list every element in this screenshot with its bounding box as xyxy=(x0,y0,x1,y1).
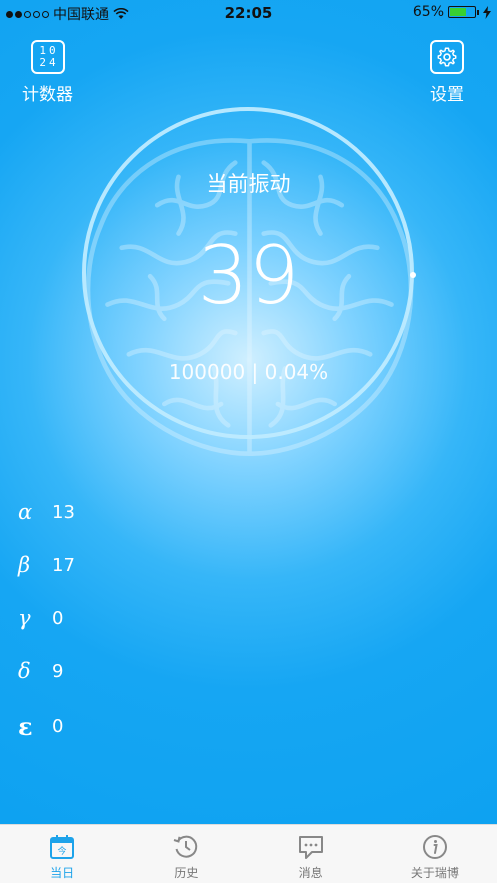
gamma-symbol: γ xyxy=(18,606,31,630)
delta-symbol: δ xyxy=(18,659,31,683)
counter-button[interactable]: 10 24 计数器 xyxy=(22,40,73,105)
tab-today[interactable]: 今 当日 xyxy=(0,825,124,883)
tab-history-label: 历史 xyxy=(174,866,199,880)
epsilon-symbol: ε xyxy=(18,712,33,741)
beta-value: 17 xyxy=(52,554,75,576)
tab-bar: 今 当日 历史 消息 关于瑞博 xyxy=(0,824,497,883)
svg-text:今: 今 xyxy=(58,845,67,857)
tab-about[interactable]: 关于瑞博 xyxy=(373,825,497,883)
message-icon xyxy=(298,836,323,859)
alpha-value: 13 xyxy=(52,501,75,523)
battery-icon xyxy=(448,6,476,18)
alpha-symbol: α xyxy=(18,500,33,524)
bolt-icon xyxy=(483,5,491,19)
tab-about-label: 关于瑞博 xyxy=(410,866,459,880)
delta-value: 9 xyxy=(52,660,64,682)
history-icon xyxy=(174,835,198,858)
settings-button[interactable]: 设置 xyxy=(430,40,464,105)
gauge-title: 当前振动 xyxy=(206,172,291,196)
status-right: 65% xyxy=(413,4,491,20)
info-icon xyxy=(422,835,447,859)
battery-percent: 65% xyxy=(412,4,444,20)
gauge-value: 39 xyxy=(197,229,300,322)
wave-row-epsilon: ε 0 xyxy=(18,712,63,741)
tab-messages[interactable]: 消息 xyxy=(249,825,373,883)
tab-history[interactable]: 历史 xyxy=(124,825,248,883)
settings-label: 设置 xyxy=(430,85,464,105)
wave-row-delta: δ 9 xyxy=(18,659,63,683)
gauge-subtitle: 100000 | 0.04% xyxy=(168,360,329,384)
wave-row-gamma: γ 0 xyxy=(18,606,63,630)
main-screen: 中国联通 22:05 65% 10 24 计数器 设置 当前振动 39 1000… xyxy=(0,0,497,824)
wave-row-alpha: α 13 xyxy=(18,500,75,524)
gear-icon xyxy=(430,40,464,74)
tab-messages-label: 消息 xyxy=(298,866,323,880)
counter-icon-bottom: 24 xyxy=(39,56,59,69)
status-bar: 中国联通 22:05 65% xyxy=(0,0,497,26)
counter-icon: 10 24 xyxy=(30,40,65,74)
calendar-today-icon: 今 xyxy=(50,835,75,859)
beta-symbol: β xyxy=(18,553,31,577)
epsilon-value: 0 xyxy=(52,716,64,737)
tab-today-label: 当日 xyxy=(50,866,75,880)
wave-row-beta: β 17 xyxy=(18,553,75,577)
counter-label: 计数器 xyxy=(22,85,73,105)
gamma-value: 0 xyxy=(52,607,64,629)
